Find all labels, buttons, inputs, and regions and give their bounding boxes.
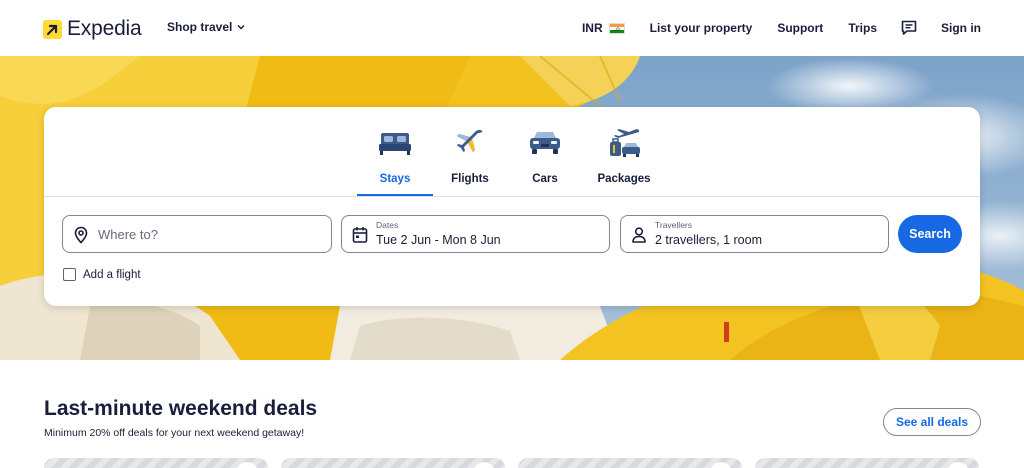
dates-field[interactable]: Dates Tue 2 Jun - Mon 8 Jun xyxy=(341,215,610,253)
deal-card[interactable] xyxy=(755,458,979,468)
deal-card[interactable] xyxy=(44,458,268,468)
tab-flights-label: Flights xyxy=(451,173,489,185)
tab-cars[interactable]: Cars xyxy=(507,125,583,185)
calendar-icon xyxy=(352,227,368,243)
bed-icon xyxy=(357,125,433,161)
expedia-logo[interactable]: Expedia xyxy=(43,17,142,41)
travellers-field[interactable]: Travellers 2 travellers, 1 room xyxy=(620,215,889,253)
destination-placeholder: Where to? xyxy=(98,227,158,242)
car-icon xyxy=(507,125,583,161)
logo-text: Expedia xyxy=(67,17,142,40)
tab-flights[interactable]: Flights xyxy=(432,125,508,185)
dates-label: Dates xyxy=(376,220,399,230)
header-nav: INR List your property Support Trips Sig… xyxy=(582,16,981,40)
deal-card[interactable] xyxy=(281,458,505,468)
tab-packages[interactable]: Packages xyxy=(593,125,655,185)
list-your-property-link[interactable]: List your property xyxy=(650,21,753,35)
sign-in-link[interactable]: Sign in xyxy=(941,21,981,35)
active-tab-indicator xyxy=(357,194,433,196)
support-link[interactable]: Support xyxy=(777,21,823,35)
travellers-value: 2 travellers, 1 room xyxy=(655,233,762,247)
shop-travel-menu[interactable]: Shop travel xyxy=(167,20,246,34)
india-flag-icon xyxy=(608,22,625,34)
deals-subtitle: Minimum 20% off deals for your next week… xyxy=(44,427,305,439)
tab-stays-label: Stays xyxy=(379,173,411,185)
favorite-icon[interactable] xyxy=(473,462,495,468)
deals-heading: Last-minute weekend deals xyxy=(44,397,318,420)
search-card: Stays Flights Cars Packages Where to? Da… xyxy=(44,107,980,306)
see-all-deals-button[interactable]: See all deals xyxy=(883,408,981,436)
add-flight-option[interactable]: Add a flight xyxy=(63,268,141,281)
deal-card[interactable] xyxy=(518,458,742,468)
favorite-icon[interactable] xyxy=(947,462,969,468)
tab-cars-label: Cars xyxy=(532,173,558,185)
favorite-icon[interactable] xyxy=(710,462,732,468)
travellers-label: Travellers xyxy=(655,220,692,230)
top-header: Expedia Shop travel INR List your proper… xyxy=(0,0,1024,56)
shop-travel-label: Shop travel xyxy=(167,20,233,34)
location-pin-icon xyxy=(74,226,88,244)
search-tabs: Stays Flights Cars Packages xyxy=(44,107,980,197)
favorite-icon[interactable] xyxy=(236,462,258,468)
chevron-down-icon xyxy=(237,24,245,30)
search-button[interactable]: Search xyxy=(898,215,962,253)
chat-icon[interactable] xyxy=(900,19,918,37)
add-flight-checkbox[interactable] xyxy=(63,268,76,281)
person-icon xyxy=(632,227,646,243)
currency-selector[interactable]: INR xyxy=(582,21,625,35)
dates-value: Tue 2 Jun - Mon 8 Jun xyxy=(376,233,501,247)
trips-link[interactable]: Trips xyxy=(848,21,877,35)
airplane-icon xyxy=(432,125,508,161)
packages-icon xyxy=(593,125,655,161)
currency-label: INR xyxy=(581,21,603,35)
add-flight-label: Add a flight xyxy=(83,268,141,281)
tab-packages-label: Packages xyxy=(597,173,651,185)
tab-stays[interactable]: Stays xyxy=(357,125,433,185)
destination-field[interactable]: Where to? xyxy=(62,215,332,253)
expedia-logo-mark-icon xyxy=(43,19,62,39)
